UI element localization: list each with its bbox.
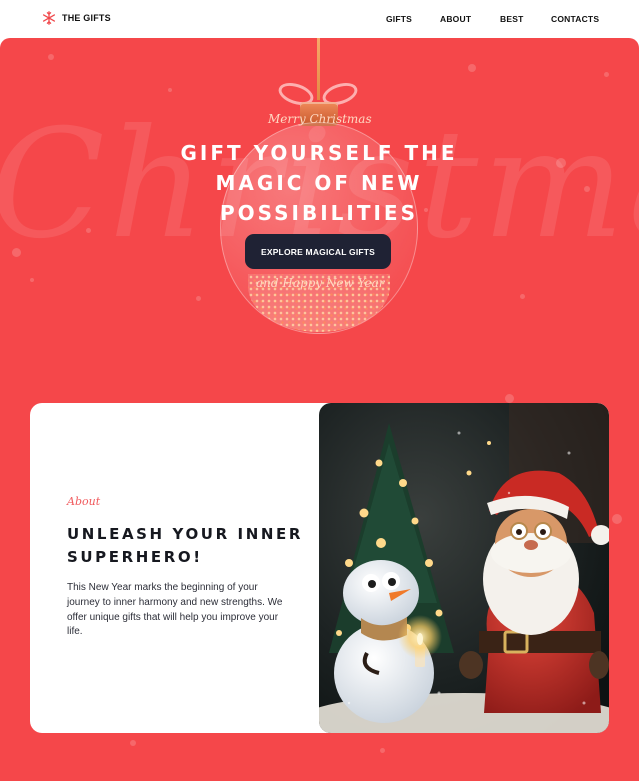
nav-link-best[interactable]: BEST: [500, 14, 523, 24]
explore-gifts-button[interactable]: EXPLORE MAGICAL GIFTS: [245, 234, 391, 269]
about-card: About UNLEASH YOUR INNER SUPERHERO! This…: [30, 403, 609, 733]
about-eyebrow: About: [67, 495, 101, 508]
nav-link-contacts[interactable]: CONTACTS: [551, 14, 599, 24]
santa-snowman-illustration: [319, 403, 609, 733]
merry-christmas-script: Merry Christmas: [268, 112, 372, 126]
ornament-string: [317, 38, 320, 100]
santa-and-snowman-image: [319, 403, 609, 733]
about-description: This New Year marks the beginning of you…: [67, 582, 283, 638]
hero-section: Christmas Merry Christmas GIFT YOURSELF …: [0, 38, 639, 781]
hero-title: GIFT YOURSELF THE MAGIC OF NEW POSSIBILI…: [180, 141, 458, 225]
happy-new-year-script: and Happy New Year: [256, 276, 385, 290]
nav-link-about[interactable]: ABOUT: [440, 14, 471, 24]
about-title: UNLEASH YOUR INNER SUPERHERO!: [67, 525, 304, 566]
top-navigation-bar: THE GIFTS GIFTS ABOUT BEST CONTACTS: [0, 0, 639, 38]
main-nav: GIFTS ABOUT BEST CONTACTS: [0, 14, 639, 26]
nav-link-gifts[interactable]: GIFTS: [386, 14, 412, 24]
